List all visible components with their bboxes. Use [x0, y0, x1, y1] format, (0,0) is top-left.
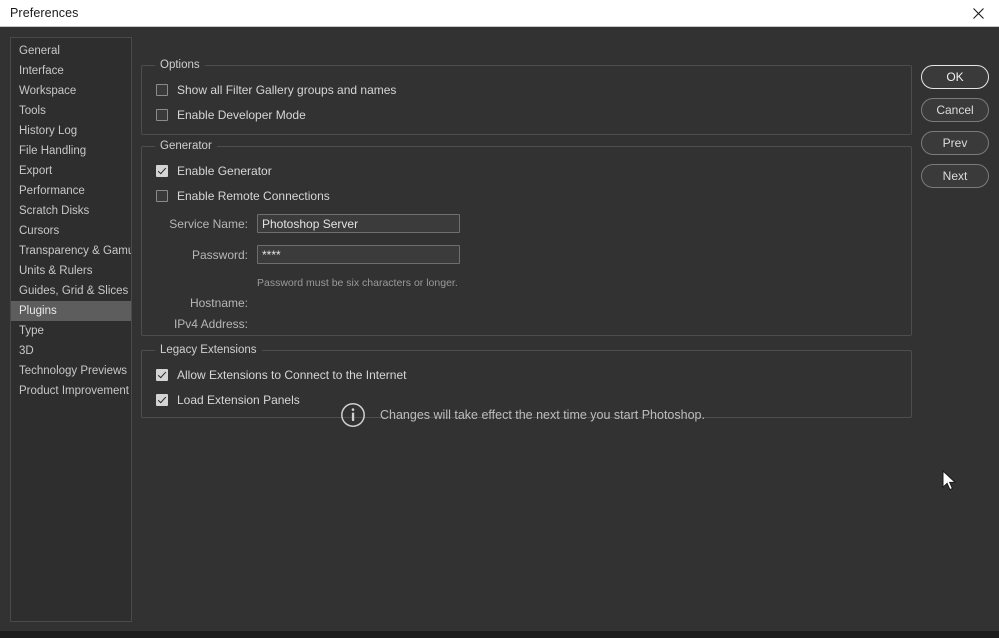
sidebar-item-interface[interactable]: Interface [11, 61, 131, 81]
sidebar-item-transparency-gamut[interactable]: Transparency & Gamut [11, 241, 131, 261]
sidebar-item-plugins[interactable]: Plugins [11, 301, 131, 321]
ipv4-address-row: IPv4 Address: [164, 317, 257, 331]
sidebar-item-cursors[interactable]: Cursors [11, 221, 131, 241]
show-filter-gallery-label: Show all Filter Gallery groups and names [177, 83, 397, 97]
sidebar-item-product-improvement[interactable]: Product Improvement [11, 381, 131, 401]
close-icon [972, 7, 985, 20]
hostname-row: Hostname: [164, 296, 257, 310]
allow-internet-label: Allow Extensions to Connect to the Inter… [177, 368, 407, 382]
enable-generator-label: Enable Generator [177, 164, 272, 178]
info-icon [340, 402, 366, 428]
load-extension-panels-checkbox[interactable] [156, 394, 168, 406]
legacy-extensions-group-legend: Legacy Extensions [155, 344, 262, 356]
restart-notice-text: Changes will take effect the next time y… [380, 408, 705, 422]
sidebar-item-export[interactable]: Export [11, 161, 131, 181]
password-input[interactable] [257, 245, 460, 264]
sidebar-item-history-log[interactable]: History Log [11, 121, 131, 141]
generator-group-legend: Generator [155, 140, 217, 152]
enable-developer-mode-checkbox[interactable] [156, 109, 168, 121]
ipv4-address-label: IPv4 Address: [173, 317, 248, 331]
load-extension-panels-row[interactable]: Load Extension Panels [156, 393, 300, 407]
enable-remote-connections-checkbox[interactable] [156, 190, 168, 202]
service-name-row: Service Name: [164, 214, 460, 233]
generator-group: Generator Enable Generator Enable Remote… [141, 140, 912, 336]
sidebar-item-scratch-disks[interactable]: Scratch Disks [11, 201, 131, 221]
plugins-settings-pane: Options Show all Filter Gallery groups a… [141, 27, 912, 631]
sidebar-item-guides-grid-slices[interactable]: Guides, Grid & Slices [11, 281, 131, 301]
title-bar: Preferences [0, 0, 999, 27]
enable-remote-connections-label: Enable Remote Connections [177, 189, 330, 203]
sidebar-item-general[interactable]: General [11, 41, 131, 61]
hostname-label: Hostname: [189, 296, 248, 310]
dialog-button-column: OK Cancel Prev Next [921, 65, 989, 197]
sidebar-item-3d[interactable]: 3D [11, 341, 131, 361]
enable-generator-checkbox[interactable] [156, 165, 168, 177]
service-name-input[interactable] [257, 214, 460, 233]
password-row: Password: [164, 245, 460, 264]
window-title: Preferences [10, 6, 79, 20]
cancel-button[interactable]: Cancel [921, 98, 989, 122]
window-bottom-edge [0, 631, 999, 638]
sidebar-item-tools[interactable]: Tools [11, 101, 131, 121]
preferences-dialog: Preferences General Interface Workspace … [0, 0, 999, 638]
enable-generator-row[interactable]: Enable Generator [156, 164, 272, 178]
preferences-category-list[interactable]: General Interface Workspace Tools Histor… [10, 37, 132, 622]
load-extension-panels-label: Load Extension Panels [177, 393, 300, 407]
enable-remote-connections-row[interactable]: Enable Remote Connections [156, 189, 330, 203]
enable-developer-mode-label: Enable Developer Mode [177, 108, 306, 122]
password-label: Password: [191, 247, 248, 262]
show-filter-gallery-checkbox[interactable] [156, 84, 168, 96]
restart-notice: Changes will take effect the next time y… [340, 402, 705, 428]
sidebar-item-units-rulers[interactable]: Units & Rulers [11, 261, 131, 281]
next-button[interactable]: Next [921, 164, 989, 188]
sidebar-item-type[interactable]: Type [11, 321, 131, 341]
enable-developer-mode-row[interactable]: Enable Developer Mode [156, 108, 306, 122]
service-name-label: Service Name: [169, 216, 248, 231]
dialog-body: General Interface Workspace Tools Histor… [0, 27, 999, 631]
sidebar-item-workspace[interactable]: Workspace [11, 81, 131, 101]
sidebar-item-technology-previews[interactable]: Technology Previews [11, 361, 131, 381]
show-filter-gallery-row[interactable]: Show all Filter Gallery groups and names [156, 83, 396, 97]
sidebar-item-performance[interactable]: Performance [11, 181, 131, 201]
options-group-legend: Options [155, 59, 205, 71]
prev-button[interactable]: Prev [921, 131, 989, 155]
options-group: Options Show all Filter Gallery groups a… [141, 59, 912, 135]
ok-button[interactable]: OK [921, 65, 989, 89]
close-button[interactable] [957, 0, 999, 26]
sidebar-item-file-handling[interactable]: File Handling [11, 141, 131, 161]
password-hint: Password must be six characters or longe… [257, 277, 458, 289]
allow-internet-row[interactable]: Allow Extensions to Connect to the Inter… [156, 368, 406, 382]
allow-internet-checkbox[interactable] [156, 369, 168, 381]
